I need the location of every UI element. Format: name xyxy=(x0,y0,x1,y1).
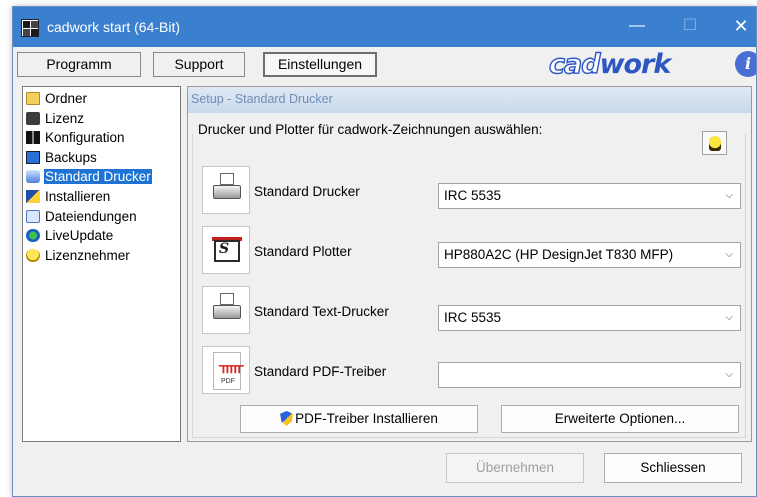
printer-icon xyxy=(202,286,250,334)
sidebar-item-ordner[interactable]: Ordner xyxy=(23,89,180,109)
sidebar-item-lizenz[interactable]: Lizenz xyxy=(23,109,180,129)
license-icon xyxy=(26,111,40,125)
backups-icon xyxy=(26,150,40,164)
tab-einstellungen[interactable]: Einstellungen xyxy=(263,52,377,77)
lightbulb-icon xyxy=(26,248,40,262)
info-icon[interactable]: i xyxy=(735,51,756,77)
close-window-button[interactable]: ✕ xyxy=(730,15,752,37)
shield-icon xyxy=(280,411,294,426)
hint-button[interactable] xyxy=(702,131,727,155)
advanced-options-button[interactable]: Erweiterte Optionen... xyxy=(501,405,739,433)
folder-icon xyxy=(26,92,40,105)
file-extensions-icon xyxy=(26,209,40,223)
settings-panel: Setup - Standard Drucker Drucker und Plo… xyxy=(187,86,752,442)
maximize-button[interactable]: ☐ xyxy=(679,15,701,37)
standard-text-printer-label: Standard Text-Drucker xyxy=(254,304,389,319)
cadwork-app-icon xyxy=(21,19,39,37)
standard-printer-label: Standard Drucker xyxy=(254,184,360,199)
app-window: cadwork start (64-Bit) — ☐ ✕ Programm Su… xyxy=(12,6,757,497)
printer-icon xyxy=(26,170,40,184)
chevron-down-icon: ⌵ xyxy=(725,190,733,201)
standard-pdf-driver-select[interactable]: ⌵ xyxy=(438,362,741,388)
minimize-button[interactable]: — xyxy=(626,15,648,37)
sidebar-item-installieren[interactable]: Installieren xyxy=(23,187,180,207)
chevron-down-icon: ⌵ xyxy=(725,312,733,323)
plotter-icon: S xyxy=(202,226,250,274)
panel-header: Setup - Standard Drucker xyxy=(188,87,751,113)
standard-pdf-driver-label: Standard PDF-Treiber xyxy=(254,364,387,379)
lightbulb-icon xyxy=(709,136,721,151)
sidebar-item-backups[interactable]: Backups xyxy=(23,148,180,168)
title-bar[interactable]: cadwork start (64-Bit) — ☐ ✕ xyxy=(13,7,756,47)
standard-printer-select[interactable]: IRC 5535 ⌵ xyxy=(438,183,741,209)
chevron-down-icon: ⌵ xyxy=(725,369,733,380)
printer-group-frame xyxy=(192,134,746,438)
apply-button[interactable]: Übernehmen xyxy=(446,453,584,483)
sidebar-item-dateiendungen[interactable]: Dateiendungen xyxy=(23,207,180,227)
pdf-icon: ᚅ PDF xyxy=(202,346,250,394)
sidebar-item-konfiguration[interactable]: Konfiguration xyxy=(23,128,180,148)
configuration-icon xyxy=(26,131,40,145)
install-icon xyxy=(26,189,40,203)
tab-programm[interactable]: Programm xyxy=(17,52,141,77)
sidebar-item-standard-drucker[interactable]: Standard Drucker xyxy=(23,167,180,187)
window-title: cadwork start (64-Bit) xyxy=(47,19,181,35)
printer-icon xyxy=(202,166,250,214)
tab-support[interactable]: Support xyxy=(153,52,245,77)
install-pdf-driver-button[interactable]: PDF-Treiber Installieren xyxy=(240,405,478,433)
settings-tree: Ordner Lizenz Konfiguration Backups Stan… xyxy=(22,86,181,442)
liveupdate-icon xyxy=(26,229,40,243)
group-title: Drucker und Plotter für cadwork-Zeichnun… xyxy=(198,122,547,137)
close-button[interactable]: Schliessen xyxy=(604,453,742,483)
standard-text-printer-select[interactable]: IRC 5535 ⌵ xyxy=(438,305,741,331)
tab-bar: Programm Support Einstellungen cadwork i xyxy=(13,48,756,82)
standard-plotter-label: Standard Plotter xyxy=(254,244,352,259)
standard-plotter-select[interactable]: HP880A2C (HP DesignJet T830 MFP) ⌵ xyxy=(438,242,741,268)
sidebar-item-lizenznehmer[interactable]: Lizenznehmer xyxy=(23,246,180,266)
cadwork-logo: cadwork xyxy=(548,48,671,80)
sidebar-item-liveupdate[interactable]: LiveUpdate xyxy=(23,226,180,246)
chevron-down-icon: ⌵ xyxy=(725,249,733,260)
